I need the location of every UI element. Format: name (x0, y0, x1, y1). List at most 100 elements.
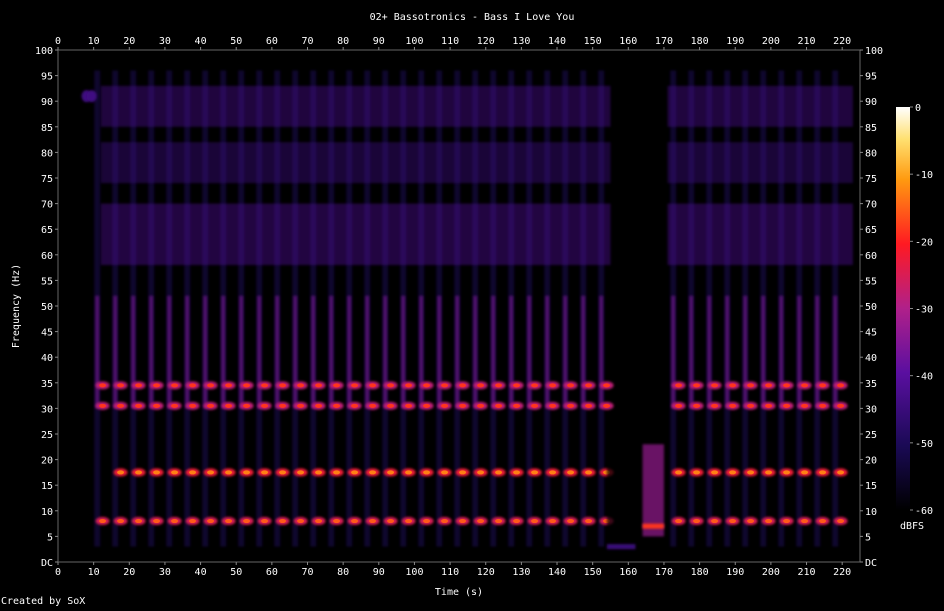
y-tick-label: 5 (47, 532, 53, 543)
x-tick-label-top: 30 (159, 36, 171, 47)
beat-stem (203, 295, 208, 409)
harmonic-core (693, 519, 701, 524)
harmonic-core (225, 519, 233, 524)
beat-stem (581, 295, 586, 409)
harmonic-core (675, 403, 683, 408)
harmonic-core (369, 383, 377, 388)
harmonic-core (207, 383, 215, 388)
harmonic-core (765, 403, 773, 408)
x-tick-label-top: 100 (405, 36, 423, 47)
x-tick-label: 120 (477, 567, 495, 578)
harmonic-core (567, 383, 575, 388)
harmonic-core (189, 383, 197, 388)
harmonic-core (801, 519, 809, 524)
harmonic-core (333, 519, 341, 524)
x-tick-label: 160 (619, 567, 637, 578)
beat-stem (797, 295, 802, 409)
x-tick-label: 50 (230, 567, 242, 578)
spectrogram-chart: 02+ Bassotronics - Bass I Love You 0 0 10 1… (11, 12, 933, 598)
y-tick-label-right: DC (865, 558, 877, 569)
harmonic-core (441, 519, 449, 524)
harmonic-core (549, 470, 557, 475)
harmonic-core (369, 519, 377, 524)
y-tick-label-right: 95 (865, 72, 877, 83)
x-tick-label: 10 (88, 567, 100, 578)
x-axis-label: Time (s) (435, 587, 483, 598)
beat-stem (311, 295, 316, 409)
y-axis-label: Frequency (Hz) (11, 264, 22, 348)
harmonic-core (405, 470, 413, 475)
x-tick-label: 30 (159, 567, 171, 578)
harmonic-core (783, 470, 791, 475)
y-tick-label-right: 75 (865, 174, 877, 185)
x-tick-label-top: 70 (301, 36, 313, 47)
y-tick-label-right: 15 (865, 481, 877, 492)
x-tick-label-top: 170 (655, 36, 673, 47)
harmonic-core (495, 470, 503, 475)
x-tick-label-top: 130 (512, 36, 530, 47)
harmonic-core (333, 403, 341, 408)
beat-stem (149, 295, 154, 409)
y-tick-label-right: 40 (865, 353, 877, 364)
harmonic-core (351, 383, 359, 388)
harmonic-core (351, 470, 359, 475)
colorbar-tick-label: -40 (915, 372, 933, 383)
y-tick-label-right: 100 (865, 46, 883, 57)
harmonic-core (549, 383, 557, 388)
harmonic-core (747, 383, 755, 388)
harmonic-core (531, 519, 539, 524)
beat-stem (419, 295, 424, 409)
y-tick-label: DC (41, 558, 53, 569)
x-tick-label: 190 (726, 567, 744, 578)
y-tick-label-right: 65 (865, 225, 877, 236)
harmonic-core (477, 519, 485, 524)
harmonic-core (801, 470, 809, 475)
beat-stem (131, 295, 136, 409)
tone-line (642, 523, 664, 529)
y-tick-label: 75 (41, 174, 53, 185)
x-tick-label: 80 (337, 567, 349, 578)
harmonic-core (693, 403, 701, 408)
harmonic-core (351, 403, 359, 408)
harmonic-core (549, 519, 557, 524)
harmonic-core (369, 470, 377, 475)
harmonic-core (783, 403, 791, 408)
y-tick-label-right: 25 (865, 430, 877, 441)
y-tick-label: 90 (41, 97, 53, 108)
y-tick-label-right: 20 (865, 456, 877, 467)
harmonic-core (549, 403, 557, 408)
harmonic-core (567, 519, 575, 524)
harmonic-core (333, 383, 341, 388)
harmonic-core (315, 519, 323, 524)
x-tick-label: 210 (798, 567, 816, 578)
harmonic-core (297, 470, 305, 475)
harmonic-core (711, 519, 719, 524)
spectral-band (667, 203, 853, 266)
x-tick-label-top: 200 (762, 36, 780, 47)
beat-stem (167, 295, 172, 409)
x-tick-label: 130 (512, 567, 530, 578)
beat-stem (491, 295, 496, 409)
harmonic-core (531, 403, 539, 408)
colorbar-tick-label: -50 (915, 439, 933, 450)
harmonic-core (207, 519, 215, 524)
harmonic-core (801, 383, 809, 388)
beat-stem (473, 295, 478, 409)
harmonic-core (297, 519, 305, 524)
harmonic-core (225, 470, 233, 475)
harmonic-core (369, 403, 377, 408)
harmonic-core (297, 383, 305, 388)
harmonic-core (603, 383, 611, 388)
harmonic-core (261, 403, 269, 408)
x-tick-label: 60 (266, 567, 278, 578)
beat-stem (383, 295, 388, 409)
spectral-band (667, 142, 853, 184)
beat-stem (563, 295, 568, 409)
harmonic-core (171, 403, 179, 408)
harmonic-core (819, 470, 827, 475)
colorbar-tick-label: -30 (915, 305, 933, 316)
harmonic-core (261, 383, 269, 388)
x-tick-label-top: 190 (726, 36, 744, 47)
x-tick-label-top: 60 (266, 36, 278, 47)
harmonic-core (117, 383, 125, 388)
